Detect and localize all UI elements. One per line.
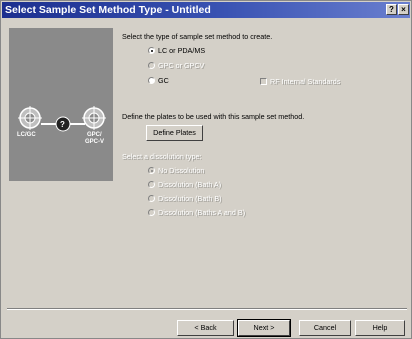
method-type-prompt: Select the type of sample set method to … [122, 32, 273, 41]
radio-lc-pda-ms-label[interactable]: LC or PDA/MS [158, 46, 205, 55]
help-title-button[interactable]: ? [386, 4, 397, 15]
radio-dissolution-bath-a-label[interactable]: Dissolution (Bath A) [158, 180, 221, 189]
radio-dissolution-bath-b-label[interactable]: Dissolution (Bath B) [158, 194, 222, 203]
radio-dissolution-bath-b[interactable] [148, 195, 155, 202]
internal-standards-label[interactable]: RF Internal Standards [270, 77, 340, 86]
plates-prompt: Define the plates to be used with this s… [122, 112, 305, 121]
help-icon: ? [389, 5, 394, 14]
radio-dissolution-baths-a-b-label[interactable]: Dissolution (Baths A and B) [158, 208, 245, 217]
footer-separator [7, 308, 407, 310]
radio-no-dissolution-label[interactable]: No Dissolution [158, 166, 204, 175]
gpc-label-line1: GPC/ [87, 132, 102, 138]
radio-gc-label[interactable]: GC [158, 76, 169, 85]
lc-gc-label: LC/GC [17, 132, 36, 138]
dissolution-prompt: Select a dissolution type: [122, 152, 202, 161]
close-button[interactable]: × [398, 4, 409, 15]
method-type-diagram [18, 106, 106, 132]
radio-gc[interactable] [148, 77, 155, 84]
radio-gpc-gpcv[interactable] [148, 62, 155, 69]
radio-dissolution-bath-a[interactable] [148, 181, 155, 188]
radio-gpc-gpcv-label[interactable]: GPC or GPCV [158, 61, 204, 70]
help-button[interactable]: Help [355, 320, 405, 336]
gpc-label-line2: GPC-V [85, 139, 105, 145]
close-icon: × [401, 5, 406, 14]
radio-lc-pda-ms[interactable] [148, 47, 155, 54]
radio-no-dissolution[interactable] [148, 167, 155, 174]
dialog-window: Select Sample Set Method Type - Untitled… [0, 0, 412, 339]
question-glyph: ? [60, 120, 65, 129]
window-title: Select Sample Set Method Type - Untitled [5, 4, 211, 16]
define-plates-button[interactable]: Define Plates [146, 125, 203, 141]
title-bar[interactable]: Select Sample Set Method Type - Untitled… [2, 2, 410, 18]
back-button[interactable]: < Back [177, 320, 234, 336]
cancel-button[interactable]: Cancel [299, 320, 351, 336]
wizard-illustration-panel: ? LC/GC GPC/ GPC-V [9, 28, 113, 181]
lc-gc-instrument-icon [18, 106, 42, 130]
radio-dissolution-baths-a-b[interactable] [148, 209, 155, 216]
next-button[interactable]: Next > [237, 319, 291, 337]
internal-standards-checkbox[interactable] [260, 78, 267, 85]
gpc-instrument-icon [82, 106, 106, 130]
